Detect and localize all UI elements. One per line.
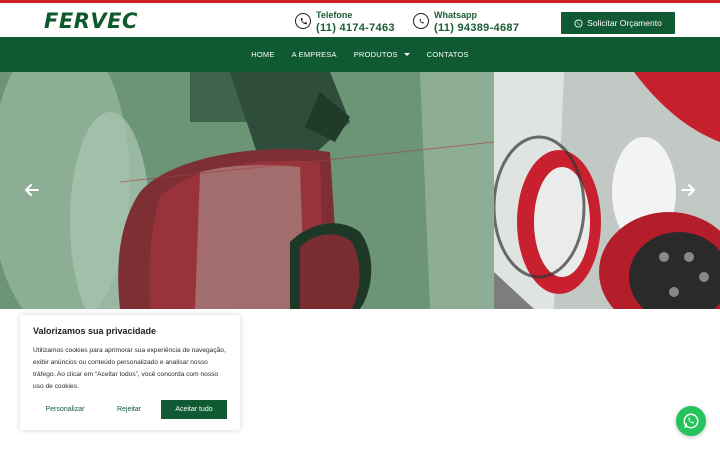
nav-label: PRODUTOS [353,50,398,59]
logo-text: FERVEC [44,9,138,33]
arrow-left-icon[interactable] [22,180,42,200]
request-quote-label: Solicitar Orçamento [587,18,662,28]
fervec-logo[interactable]: FERVEC [44,8,138,34]
cookie-title: Valorizamos sua privacidade [33,326,157,336]
whatsapp-number[interactable]: (11) 94389-4687 [434,21,519,35]
main-nav: HOME A EMPRESA PRODUTOS CONTATOS [0,37,720,72]
reject-button[interactable]: Rejeitar [97,400,161,419]
nav-item-contatos[interactable]: CONTATOS [427,50,469,59]
cookie-text: Utilizamos cookies para aprimorar sua ex… [33,347,226,390]
cookie-actions: Personalizar Rejeitar Aceitar tudo [33,400,227,419]
phone-icon [295,13,311,29]
whatsapp-contact[interactable]: Whatsapp (11) 94389-4687 [413,10,519,35]
whatsapp-chat-button[interactable] [676,406,706,436]
arrow-right-icon[interactable] [678,180,698,200]
whatsapp-icon [683,413,699,429]
phone-label: Telefone [316,10,353,20]
phone-number[interactable]: (11) 4174-7463 [316,21,395,35]
nav-item-home[interactable]: HOME [251,50,274,59]
hero-image-machining [0,72,494,309]
nav-label: HOME [251,50,275,59]
nav-item-a-empresa[interactable]: A EMPRESA [292,50,337,59]
nav-label: A EMPRESA [291,50,337,59]
phone-contact[interactable]: Telefone (11) 4174-7463 [295,10,395,35]
site-header: FERVEC Telefone (11) 4174-7463 Whatsapp … [0,3,720,37]
accept-all-button[interactable]: Aceitar tudo [161,400,227,419]
request-quote-button[interactable]: Solicitar Orçamento [561,12,675,34]
nav-label: CONTATOS [426,50,469,59]
cookie-consent-banner: Valorizamos sua privacidade Utilizamos c… [20,315,240,430]
customize-button[interactable]: Personalizar [33,400,97,419]
caret-down-icon [403,53,410,56]
whatsapp-icon [574,18,583,28]
nav-item-produtos[interactable]: PRODUTOS [354,50,410,59]
hero-slider[interactable] [0,72,720,309]
whatsapp-label: Whatsapp [434,10,478,20]
whatsapp-icon [413,13,429,29]
